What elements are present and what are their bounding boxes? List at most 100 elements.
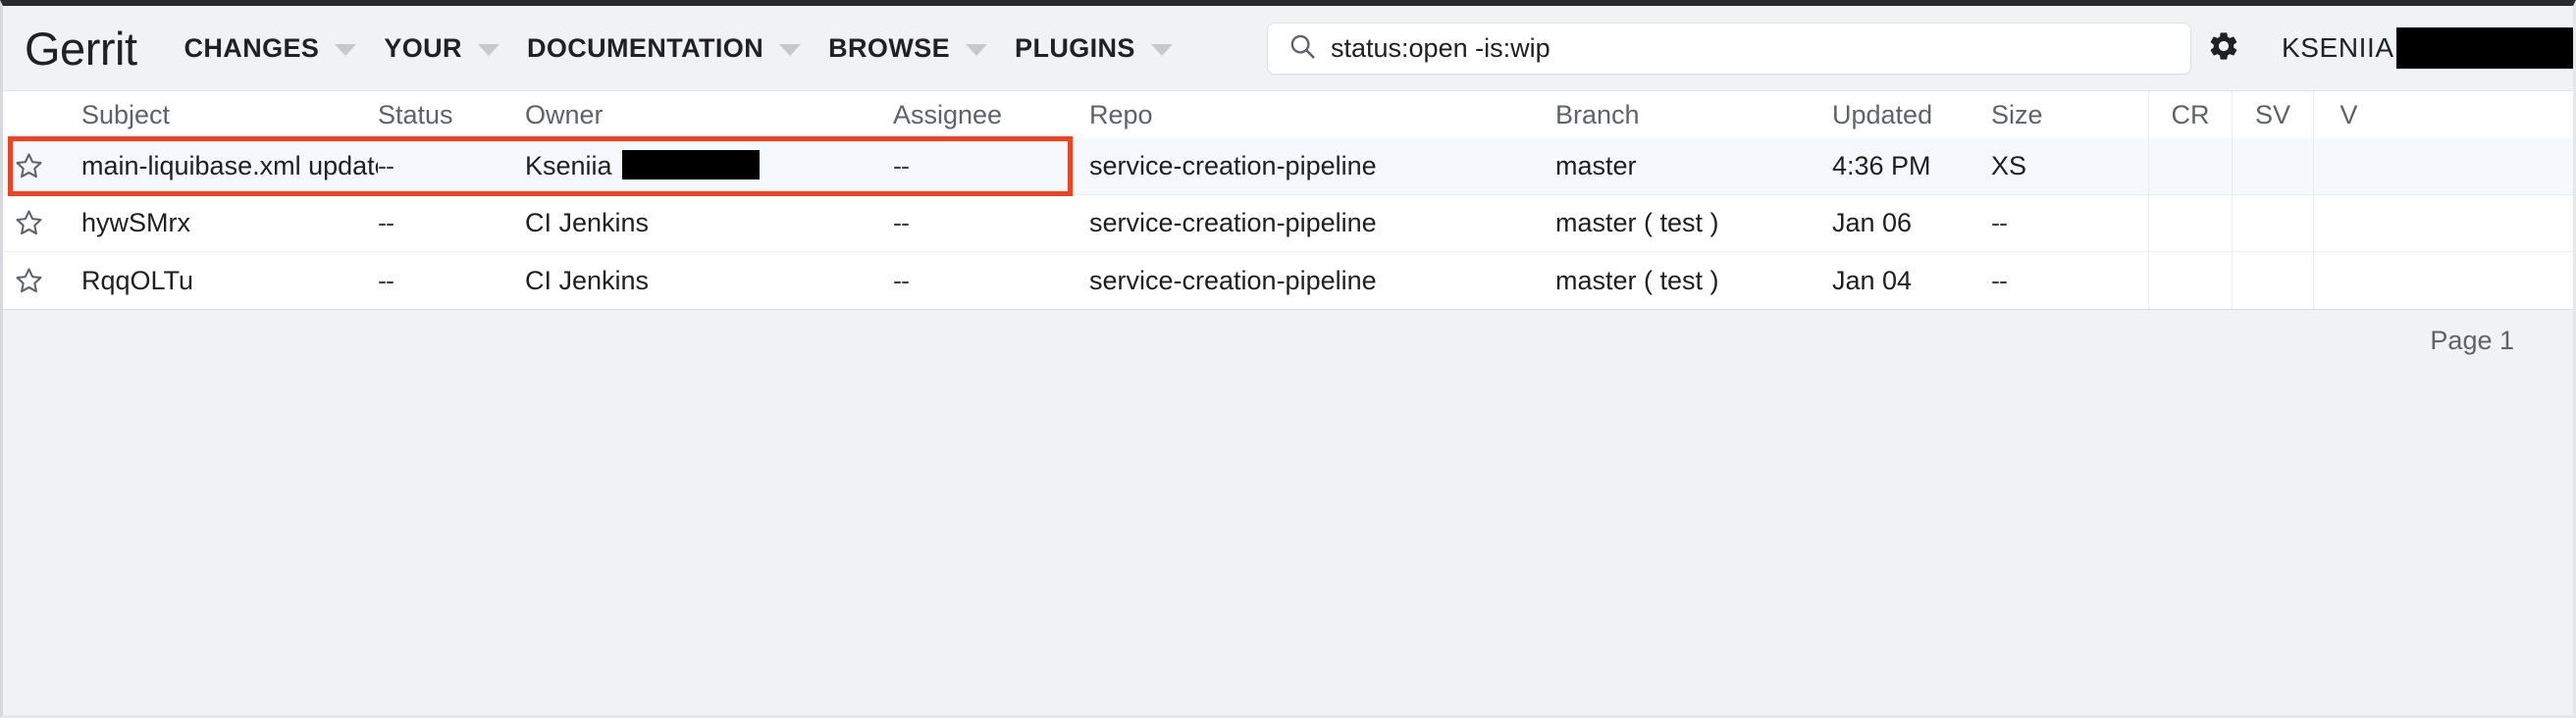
cell-star[interactable] (3, 207, 54, 239)
column-header-updated[interactable]: Updated (1832, 100, 1991, 130)
changes-table-body: main-liquibase.xml updated--Kseniia--ser… (3, 138, 2573, 309)
column-header-label: Updated (1832, 100, 1932, 129)
cell-branch: master (1555, 151, 1832, 181)
cell-text-owner: Kseniia (525, 151, 612, 180)
column-header-size[interactable]: Size (1991, 100, 2148, 130)
table-row[interactable]: main-liquibase.xml updated--Kseniia--ser… (3, 138, 2573, 195)
star-outline-icon[interactable] (13, 207, 45, 239)
cell-status: -- (378, 266, 525, 296)
column-header-label: Size (1991, 100, 2043, 129)
column-header-label: Status (378, 100, 453, 129)
cell-status: -- (378, 208, 525, 238)
column-header-cr[interactable]: CR (2148, 91, 2232, 138)
cell-text-assignee: -- (893, 266, 909, 295)
cell-text-assignee: -- (893, 151, 909, 180)
cell-text-owner: CI Jenkins (525, 266, 649, 295)
column-header-label: Repo (1089, 100, 1153, 129)
cell-text-repo: service-creation-pipeline (1089, 208, 1377, 237)
page-indicator: Page 1 (2430, 326, 2514, 356)
nav-item-browse[interactable]: BROWSE (815, 6, 1001, 90)
column-header-v[interactable]: V (2313, 91, 2384, 138)
cell-cr (2148, 252, 2232, 309)
cell-text-size: -- (1991, 266, 2007, 295)
star-outline-icon[interactable] (13, 150, 45, 182)
chevron-down-icon (335, 44, 356, 56)
cell-text-size: -- (1991, 208, 2007, 237)
cell-text-owner: CI Jenkins (525, 208, 649, 237)
cell-text-subject: main-liquibase.xml updated (81, 151, 378, 180)
column-header-sv[interactable]: SV (2232, 91, 2313, 138)
cell-updated: Jan 06 (1832, 208, 1991, 238)
column-header-status[interactable]: Status (378, 100, 525, 130)
cell-branch: master ( test ) (1555, 208, 1832, 238)
column-header-assignee[interactable]: Assignee (893, 100, 1089, 130)
table-header-row: Subject Status Owner Assignee Repo Branch Upda… (3, 91, 2573, 138)
cell-size: XS (1991, 151, 2148, 181)
search-icon (1288, 31, 1317, 66)
app-logo[interactable]: Gerrit (25, 26, 137, 72)
cell-repo: service-creation-pipeline (1089, 151, 1555, 181)
nav-item-label: PLUGINS (1015, 33, 1135, 64)
owner-name-redaction (622, 150, 760, 180)
nav-item-documentation[interactable]: DOCUMENTATION (513, 6, 815, 90)
cell-text-status: -- (378, 151, 394, 180)
star-outline-icon[interactable] (13, 265, 45, 297)
cell-star[interactable] (3, 265, 54, 297)
cell-text-repo: service-creation-pipeline (1089, 151, 1377, 180)
search-input[interactable] (1331, 33, 2165, 64)
top-navigation-bar: Gerrit CHANGESYOURDOCUMENTATION BROWSE PLU… (3, 6, 2573, 90)
cell-subject: RqqOLTu (54, 266, 378, 296)
gear-icon[interactable] (2207, 29, 2240, 68)
nav-menu: CHANGESYOURDOCUMENTATION BROWSE PLUGINS (171, 6, 1186, 90)
cell-text-repo: service-creation-pipeline (1089, 266, 1377, 295)
nav-item-plugins[interactable]: PLUGINS (1001, 6, 1186, 90)
nav-item-your[interactable]: YOUR (370, 6, 513, 90)
cell-text-size: XS (1991, 151, 2026, 180)
cell-v (2313, 252, 2384, 309)
table-footer: Page 1 (3, 310, 2573, 371)
cell-owner: CI Jenkins (525, 266, 893, 296)
cell-text-branch: master ( test ) (1555, 266, 1719, 295)
column-header-owner[interactable]: Owner (525, 100, 893, 130)
cell-text-subject: RqqOLTu (81, 266, 193, 295)
account-name[interactable]: KSENIIA (2282, 32, 2394, 64)
cell-size: -- (1991, 208, 2148, 238)
cell-subject: hywSMrx (54, 208, 378, 238)
column-header-label: Subject (81, 100, 170, 129)
cell-text-status: -- (378, 266, 394, 295)
cell-status: -- (378, 151, 525, 181)
cell-cr (2148, 138, 2232, 194)
cell-text-updated: 4:36 PM (1832, 151, 1931, 180)
column-header-label: Branch (1555, 100, 1640, 129)
cell-text-subject: hywSMrx (81, 208, 190, 237)
cell-star[interactable] (3, 150, 54, 182)
column-header-repo[interactable]: Repo (1089, 100, 1555, 130)
column-header-label: V (2339, 100, 2357, 130)
cell-cr (2148, 195, 2232, 251)
account-name-redaction (2396, 27, 2573, 69)
cell-assignee: -- (893, 151, 1089, 181)
nav-item-label: BROWSE (828, 33, 950, 64)
column-header-branch[interactable]: Branch (1555, 100, 1832, 130)
column-header-label: SV (2255, 100, 2290, 130)
table-row[interactable]: RqqOLTu -- CI Jenkins -- service-creation-pi… (3, 252, 2573, 309)
cell-text-status: -- (378, 208, 394, 237)
cell-size: -- (1991, 266, 2148, 296)
cell-updated: 4:36 PM (1832, 151, 1991, 181)
column-header-label: Owner (525, 100, 604, 129)
cell-subject: main-liquibase.xml updated (54, 151, 378, 181)
nav-item-changes[interactable]: CHANGES (171, 6, 371, 90)
cell-sv (2232, 138, 2313, 194)
column-header-subject[interactable]: Subject (54, 100, 378, 130)
cell-assignee: -- (893, 266, 1089, 296)
search-box[interactable] (1267, 23, 2191, 75)
column-header-label: CR (2172, 100, 2210, 130)
cell-owner: CI Jenkins (525, 208, 893, 238)
account-area: KSENIIA (2207, 6, 2573, 90)
column-header-label: Assignee (893, 100, 1002, 129)
cell-updated: Jan 04 (1832, 266, 1991, 296)
chevron-down-icon (966, 44, 987, 56)
cell-text-branch: master ( test ) (1555, 208, 1719, 237)
cell-text-branch: master (1555, 151, 1637, 180)
table-row[interactable]: hywSMrx -- CI Jenkins -- service-creation-pi… (3, 195, 2573, 252)
